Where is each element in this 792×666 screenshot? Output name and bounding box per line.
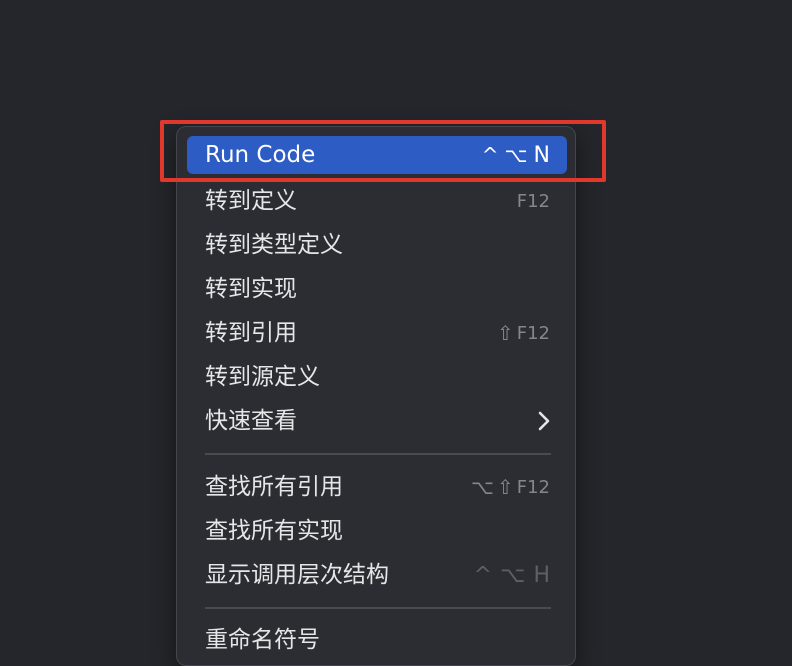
shortcut-key: F12 (516, 476, 550, 498)
shift-key-icon: ⇧ (496, 475, 514, 499)
menu-item-show-call-hierarchy[interactable]: 显示调用层次结构 ^ ⌥ H (187, 556, 567, 594)
menu-item-label: 转到定义 (205, 187, 297, 214)
shortcut: ^ ⌥ H (474, 563, 550, 588)
chevron-right-icon (538, 411, 550, 431)
option-key-icon: ⌥ (500, 562, 526, 588)
context-menu: Run Code ^ ⌥ N 转到定义 F12 转到类型定义 转到实现 转到引用… (176, 126, 576, 666)
shortcut-key: H (533, 562, 550, 588)
menu-item-label: 显示调用层次结构 (205, 561, 389, 588)
menu-item-find-all-implementations[interactable]: 查找所有实现 (187, 512, 567, 550)
menu-item-label: 转到源定义 (205, 363, 320, 390)
menu-item-go-to-references[interactable]: 转到引用 ⇧ F12 (187, 314, 567, 352)
menu-item-label: 查找所有实现 (205, 517, 343, 544)
shortcut: ⌥ ⇧ F12 (471, 475, 550, 499)
menu-item-peek[interactable]: 快速查看 (187, 402, 567, 440)
control-key-icon: ^ (473, 562, 493, 588)
menu-item-run-code[interactable]: Run Code ^ ⌥ N (187, 136, 567, 174)
shortcut-key: F12 (516, 322, 550, 344)
menu-item-label: 转到类型定义 (205, 231, 343, 258)
shortcut-key: F12 (516, 190, 550, 212)
menu-item-go-to-implementation[interactable]: 转到实现 (187, 270, 567, 308)
menu-item-label: 查找所有引用 (205, 473, 343, 500)
menu-item-label: 重命名符号 (205, 626, 320, 653)
menu-item-go-to-definition[interactable]: 转到定义 F12 (187, 182, 567, 220)
shift-key-icon: ⇧ (496, 321, 514, 345)
shortcut: ^ ⌥ N (482, 143, 550, 168)
control-key-icon: ^ (481, 143, 499, 167)
menu-item-label: Run Code (205, 141, 316, 168)
shortcut: ⇧ F12 (497, 321, 550, 345)
menu-item-label: 快速查看 (205, 407, 297, 434)
menu-item-rename-symbol[interactable]: 重命名符号 (187, 621, 567, 659)
option-key-icon: ⌥ (470, 475, 494, 499)
menu-item-find-all-references[interactable]: 查找所有引用 ⌥ ⇧ F12 (187, 468, 567, 506)
menu-separator (205, 453, 551, 455)
menu-separator (205, 607, 551, 609)
option-key-icon: ⌥ (504, 143, 528, 167)
menu-item-label: 转到引用 (205, 319, 297, 346)
menu-item-label: 转到实现 (205, 275, 297, 302)
menu-item-go-to-source-definition[interactable]: 转到源定义 (187, 358, 567, 396)
shortcut: F12 (517, 191, 550, 212)
menu-item-go-to-type-definition[interactable]: 转到类型定义 (187, 226, 567, 264)
shortcut-key: N (533, 142, 550, 168)
